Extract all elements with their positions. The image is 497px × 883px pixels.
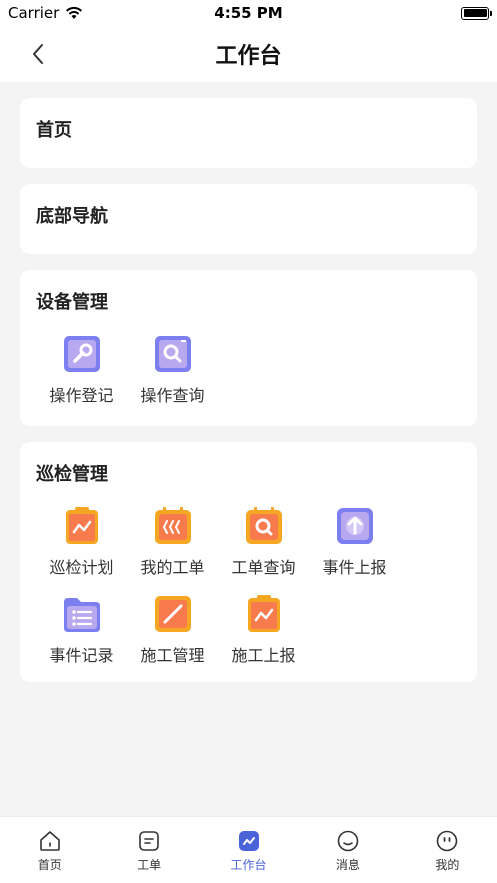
section-bottom-nav[interactable]: 底部导航 <box>20 184 477 254</box>
grid-item-label: 工单查询 <box>231 558 296 577</box>
wifi-icon <box>66 6 83 19</box>
order-search-icon <box>245 507 282 544</box>
grid-item-label: 我的工单 <box>140 558 205 577</box>
section-title: 巡检管理 <box>36 464 108 485</box>
section-title: 设备管理 <box>36 292 108 313</box>
grid-item-label: 施工管理 <box>140 646 205 665</box>
tab-label: 消息 <box>335 858 360 872</box>
grid-item-my-work-orders[interactable]: 我的工单 <box>127 504 218 578</box>
grid-item-inspection-plan[interactable]: 巡检计划 <box>36 504 127 578</box>
grid-item-event-records[interactable]: 事件记录 <box>36 592 127 666</box>
folder-list-icon <box>63 598 100 632</box>
upload-icon <box>336 508 373 544</box>
tab-work-orders[interactable]: 工单 <box>99 817 198 883</box>
tab-workbench[interactable]: 工作台 <box>199 817 298 883</box>
section-title: 底部导航 <box>36 206 108 227</box>
section-inspection-management: 巡检管理 巡检计划 我的工单 工单查询 事件上报 事件记录 施工管理 施工上报 <box>20 442 477 682</box>
page-title: 工作台 <box>215 44 282 69</box>
clipboard-trend-icon <box>65 507 98 544</box>
navigation-bar: 工作台 <box>0 26 497 82</box>
profile-icon <box>437 830 458 852</box>
workbench-icon <box>238 831 259 851</box>
pen-icon <box>154 596 191 632</box>
tab-label: 工单 <box>137 858 162 872</box>
device-grid: 操作登记 操作查询 <box>36 332 461 420</box>
grid-item-label: 操作登记 <box>49 386 114 405</box>
message-icon <box>337 830 359 852</box>
battery-icon <box>461 6 492 20</box>
tab-label: 工作台 <box>230 858 267 872</box>
tab-home[interactable]: 首页 <box>0 817 99 883</box>
chevron-left-icon <box>33 44 43 64</box>
grid-item-construction-report[interactable]: 施工上报 <box>218 592 309 666</box>
section-home[interactable]: 首页 <box>20 98 477 168</box>
search-icon <box>154 336 191 372</box>
tab-profile[interactable]: 我的 <box>398 817 497 883</box>
grid-item-construction-management[interactable]: 施工管理 <box>127 592 218 666</box>
grid-item-work-order-query[interactable]: 工单查询 <box>218 504 309 578</box>
tab-label: 首页 <box>37 858 62 872</box>
inspection-grid: 巡检计划 我的工单 工单查询 事件上报 事件记录 施工管理 施工上报 <box>36 504 461 680</box>
grid-item-event-report[interactable]: 事件上报 <box>309 504 400 578</box>
grid-item-label: 操作查询 <box>140 386 205 405</box>
grid-item-label: 施工上报 <box>231 646 296 665</box>
home-icon <box>39 831 60 851</box>
carrier-label: Carrier <box>8 4 60 22</box>
grid-item-operation-register[interactable]: 操作登记 <box>36 332 127 406</box>
grid-item-operation-query[interactable]: 操作查询 <box>127 332 218 406</box>
grid-item-label: 事件上报 <box>322 558 387 577</box>
section-device-management: 设备管理 操作登记 操作查询 <box>20 270 477 426</box>
clipboard-trend-icon <box>247 595 280 632</box>
tab-messages[interactable]: 消息 <box>298 817 397 883</box>
status-left: Carrier <box>8 4 83 22</box>
document-icon <box>139 831 159 851</box>
back-button[interactable] <box>24 40 52 68</box>
bottom-tab-bar: 首页 工单 工作台 消息 我的 <box>0 816 497 883</box>
tab-label: 我的 <box>435 858 460 872</box>
workbench-content: 首页 底部导航 设备管理 操作登记 操作查询 巡检管理 巡检计划 我的工单 工单… <box>20 98 477 698</box>
section-title: 首页 <box>36 120 72 141</box>
status-bar: Carrier 4:55 PM <box>0 0 497 26</box>
grid-item-label: 事件记录 <box>49 646 114 665</box>
wrench-icon <box>63 336 100 372</box>
grid-item-label: 巡检计划 <box>49 558 114 577</box>
work-order-icon <box>154 507 191 544</box>
